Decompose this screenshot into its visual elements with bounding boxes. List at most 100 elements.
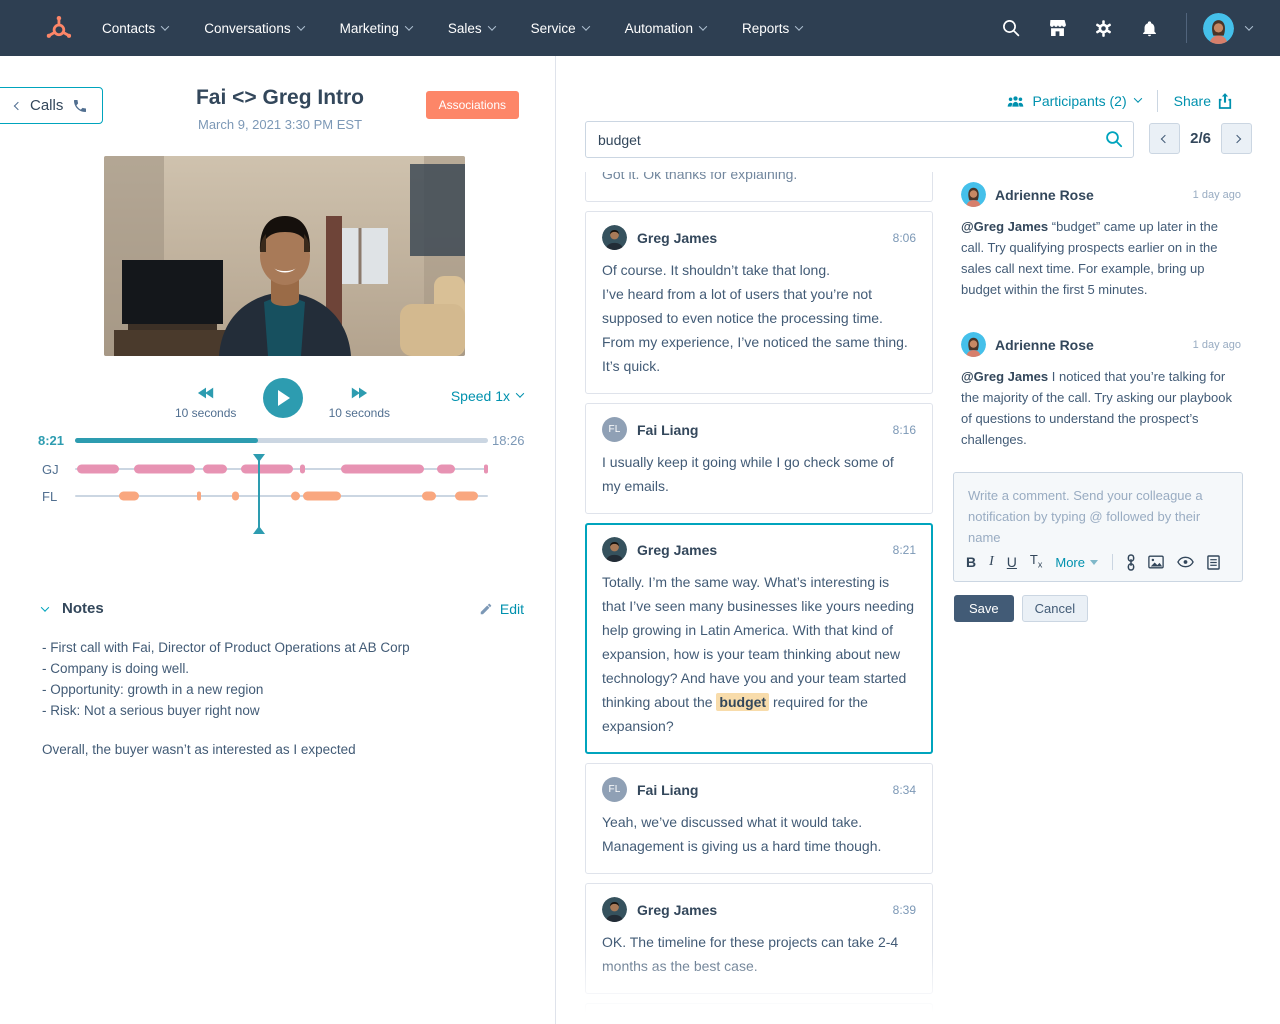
track-label: GJ	[42, 462, 59, 477]
insert-media-icon[interactable]	[1177, 556, 1194, 568]
chevron-left-icon	[14, 101, 22, 109]
user-avatar[interactable]	[1203, 13, 1234, 44]
talk-segment	[241, 465, 293, 474]
note-line: - First call with Fai, Director of Produ…	[42, 637, 524, 658]
message-text: OK. The timeline for these projects can …	[602, 930, 916, 978]
top-nav: Contacts Conversations Marketing Sales S…	[0, 0, 1280, 56]
settings-icon[interactable]	[1080, 19, 1126, 38]
speaker-avatar	[602, 897, 627, 922]
note-line: - Company is doing well.	[42, 658, 524, 679]
marketplace-icon[interactable]	[1034, 19, 1080, 37]
transcript-message[interactable]: FL Fai Liang 8:16 I usually keep it goin…	[585, 403, 933, 514]
transcript-search-input[interactable]	[585, 121, 1134, 158]
message-timestamp: 8:06	[893, 231, 916, 245]
hubspot-logo-icon[interactable]	[44, 14, 72, 42]
rewind-icon	[197, 386, 215, 400]
mention-link[interactable]: @Greg James	[961, 369, 1052, 384]
account-menu[interactable]	[1203, 13, 1252, 44]
associations-button[interactable]: Associations	[426, 91, 519, 119]
nav-item-marketing[interactable]: Marketing	[340, 21, 412, 36]
comment-input[interactable]	[966, 483, 1230, 545]
edit-notes-button[interactable]: Edit	[479, 601, 524, 617]
talk-segment	[303, 492, 341, 501]
collapse-notes-icon[interactable]	[41, 603, 49, 611]
notifications-icon[interactable]	[1126, 19, 1172, 38]
transcript-message[interactable]: Greg James 8:06 Of course. It shouldn’t …	[585, 211, 933, 394]
transcript-message[interactable]: Got it. Ok thanks for explaining.	[585, 172, 933, 202]
timeline-scrubber[interactable]	[258, 455, 260, 533]
more-formatting-button[interactable]: More	[1055, 555, 1098, 570]
talk-segment	[300, 465, 306, 474]
nav-item-reports[interactable]: Reports	[742, 21, 802, 36]
insert-image-icon[interactable]	[1148, 555, 1164, 569]
message-text: I usually keep it going while I go check…	[602, 450, 916, 498]
call-timeline: 8:21 18:26 GJ FL	[0, 434, 556, 532]
comment-text: @Greg James “budget” came up later in th…	[961, 216, 1241, 300]
transcript-message[interactable]: Greg James 8:21 Totally. I’m the same wa…	[585, 523, 933, 754]
chevron-down-icon	[1133, 94, 1141, 102]
underline-button[interactable]: U	[1007, 554, 1017, 570]
nav-item-sales[interactable]: Sales	[448, 21, 495, 36]
previous-result-button[interactable]	[1149, 123, 1180, 154]
comment-composer: B I U Tx More	[953, 472, 1243, 582]
back-label: Calls	[30, 97, 63, 114]
speaker-name: Fai Liang	[637, 782, 698, 798]
notes-title: Notes	[62, 600, 104, 617]
call-video-player[interactable]	[104, 156, 465, 356]
speed-selector[interactable]: Speed 1x	[451, 388, 523, 404]
share-button[interactable]: Share	[1174, 93, 1232, 109]
search-result-count: 2/6	[1190, 130, 1211, 147]
speaker-avatar: FL	[602, 1017, 627, 1024]
chevron-down-icon	[487, 22, 495, 30]
insert-snippet-icon[interactable]	[1207, 555, 1220, 570]
italic-button[interactable]: I	[989, 554, 994, 570]
speaker-name: Greg James	[637, 902, 717, 918]
search-submit-icon[interactable]	[1105, 130, 1123, 153]
note-line: - Opportunity: growth in a new region	[42, 679, 524, 700]
talk-segment	[341, 465, 424, 474]
play-button[interactable]	[263, 378, 303, 418]
save-comment-button[interactable]: Save	[954, 595, 1014, 622]
talk-segment	[437, 465, 455, 474]
clear-formatting-button[interactable]: Tx	[1030, 552, 1042, 573]
nav-item-automation[interactable]: Automation	[625, 21, 706, 36]
talk-segment	[134, 465, 195, 474]
message-text: Totally. I’m the same way. What’s intere…	[602, 570, 916, 738]
speaker-track-fl: FL	[0, 483, 556, 510]
nav-item-service[interactable]: Service	[531, 21, 589, 36]
talk-segment	[455, 492, 478, 501]
cancel-comment-button[interactable]: Cancel	[1022, 595, 1088, 622]
comment-item: Adrienne Rose 1 day ago @Greg James I no…	[953, 322, 1243, 460]
transcript-message[interactable]: FL Fai Liang 8:43 Yeah, I’ll need to con…	[585, 1003, 933, 1024]
end-time: 18:26	[492, 433, 525, 448]
chevron-down-icon	[1090, 560, 1098, 565]
transcript-message[interactable]: Greg James 8:39 OK. The timeline for the…	[585, 883, 933, 994]
search-icon[interactable]	[988, 19, 1034, 37]
speaker-name: Greg James	[637, 542, 717, 558]
participants-toggle[interactable]: Participants (2)	[1007, 93, 1140, 109]
speaker-name: Greg James	[637, 230, 717, 246]
transcript-message[interactable]: FL Fai Liang 8:34 Yeah, we’ve discussed …	[585, 763, 933, 874]
speaker-name: Fai Liang	[637, 422, 698, 438]
talk-segment	[197, 492, 201, 501]
bold-button[interactable]: B	[966, 554, 976, 570]
next-result-button[interactable]	[1221, 123, 1252, 154]
chevron-down-icon	[1245, 22, 1253, 30]
rewind-10-button[interactable]: 10 seconds	[175, 386, 236, 420]
current-time: 8:21	[38, 433, 64, 448]
nav-item-contacts[interactable]: Contacts	[102, 21, 168, 36]
talk-segment	[232, 492, 239, 501]
commenter-name: Adrienne Rose	[995, 337, 1094, 353]
progress-bar[interactable]	[75, 438, 488, 443]
mention-link[interactable]: @Greg James	[961, 219, 1052, 234]
nav-item-conversations[interactable]: Conversations	[204, 21, 303, 36]
forward-10-button[interactable]: 10 seconds	[329, 386, 390, 420]
pencil-icon	[479, 602, 493, 616]
search-highlight: budget	[716, 693, 769, 711]
insert-link-icon[interactable]	[1127, 554, 1135, 571]
toolbar-divider	[1112, 554, 1113, 570]
notes-section: Notes Edit - First call with Fai, Direct…	[42, 600, 524, 757]
note-line: - Risk: Not a serious buyer right now	[42, 700, 524, 721]
speaker-track-gj: GJ	[0, 456, 556, 483]
message-timestamp: 8:34	[893, 783, 916, 797]
